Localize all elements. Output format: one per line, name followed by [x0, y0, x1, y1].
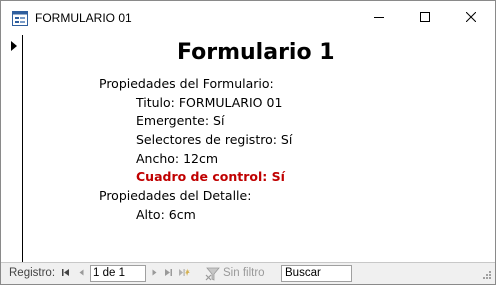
property-control-box: Cuadro de control: Sí: [136, 169, 285, 184]
window-title: FORMULARIO 01: [35, 11, 132, 25]
record-selector[interactable]: [1, 35, 23, 262]
form-icon[interactable]: [12, 11, 28, 26]
property-popup: Emergente: Sí: [136, 113, 225, 128]
filter-status-label[interactable]: Sin filtro: [223, 267, 265, 279]
next-record-button[interactable]: [147, 266, 161, 281]
previous-record-button[interactable]: [74, 266, 88, 281]
record-label: Registro:: [9, 267, 56, 279]
next-record-icon: [150, 268, 159, 280]
last-record-button[interactable]: [161, 266, 175, 281]
detail-properties-heading: Propiedades del Detalle:: [99, 188, 252, 203]
search-input[interactable]: Buscar: [281, 265, 352, 282]
form-properties-heading: Propiedades del Formulario:: [99, 76, 274, 91]
form-window: FORMULARIO 01 Formulario 1 Propiedades d…: [0, 0, 496, 285]
new-record-icon: [178, 268, 190, 280]
minimize-button[interactable]: [356, 1, 402, 35]
first-record-icon: [61, 268, 70, 280]
property-width: Ancho: 12cm: [136, 151, 219, 166]
current-record-field[interactable]: 1 de 1: [90, 265, 146, 282]
filter-icon[interactable]: [205, 266, 221, 282]
property-height: Alto: 6cm: [136, 207, 196, 222]
current-record-arrow-icon: [11, 41, 17, 51]
resize-grip-icon[interactable]: [482, 270, 492, 280]
property-title: Titulo: FORMULARIO 01: [136, 95, 283, 110]
maximize-button[interactable]: [402, 1, 448, 35]
title-bar[interactable]: FORMULARIO 01: [1, 1, 495, 35]
close-icon: [465, 9, 477, 27]
previous-record-icon: [77, 268, 86, 280]
last-record-icon: [164, 268, 173, 280]
form-heading: Formulario 1: [177, 40, 335, 65]
property-record-selectors: Selectores de registro: Sí: [136, 132, 293, 147]
record-navigation-bar: Registro: 1 de 1 Sin filtro Buscar: [1, 262, 495, 284]
first-record-button[interactable]: [58, 266, 72, 281]
maximize-icon: [420, 9, 430, 27]
minimize-icon: [374, 9, 384, 27]
new-record-button[interactable]: [177, 266, 191, 281]
close-button[interactable]: [448, 1, 494, 35]
